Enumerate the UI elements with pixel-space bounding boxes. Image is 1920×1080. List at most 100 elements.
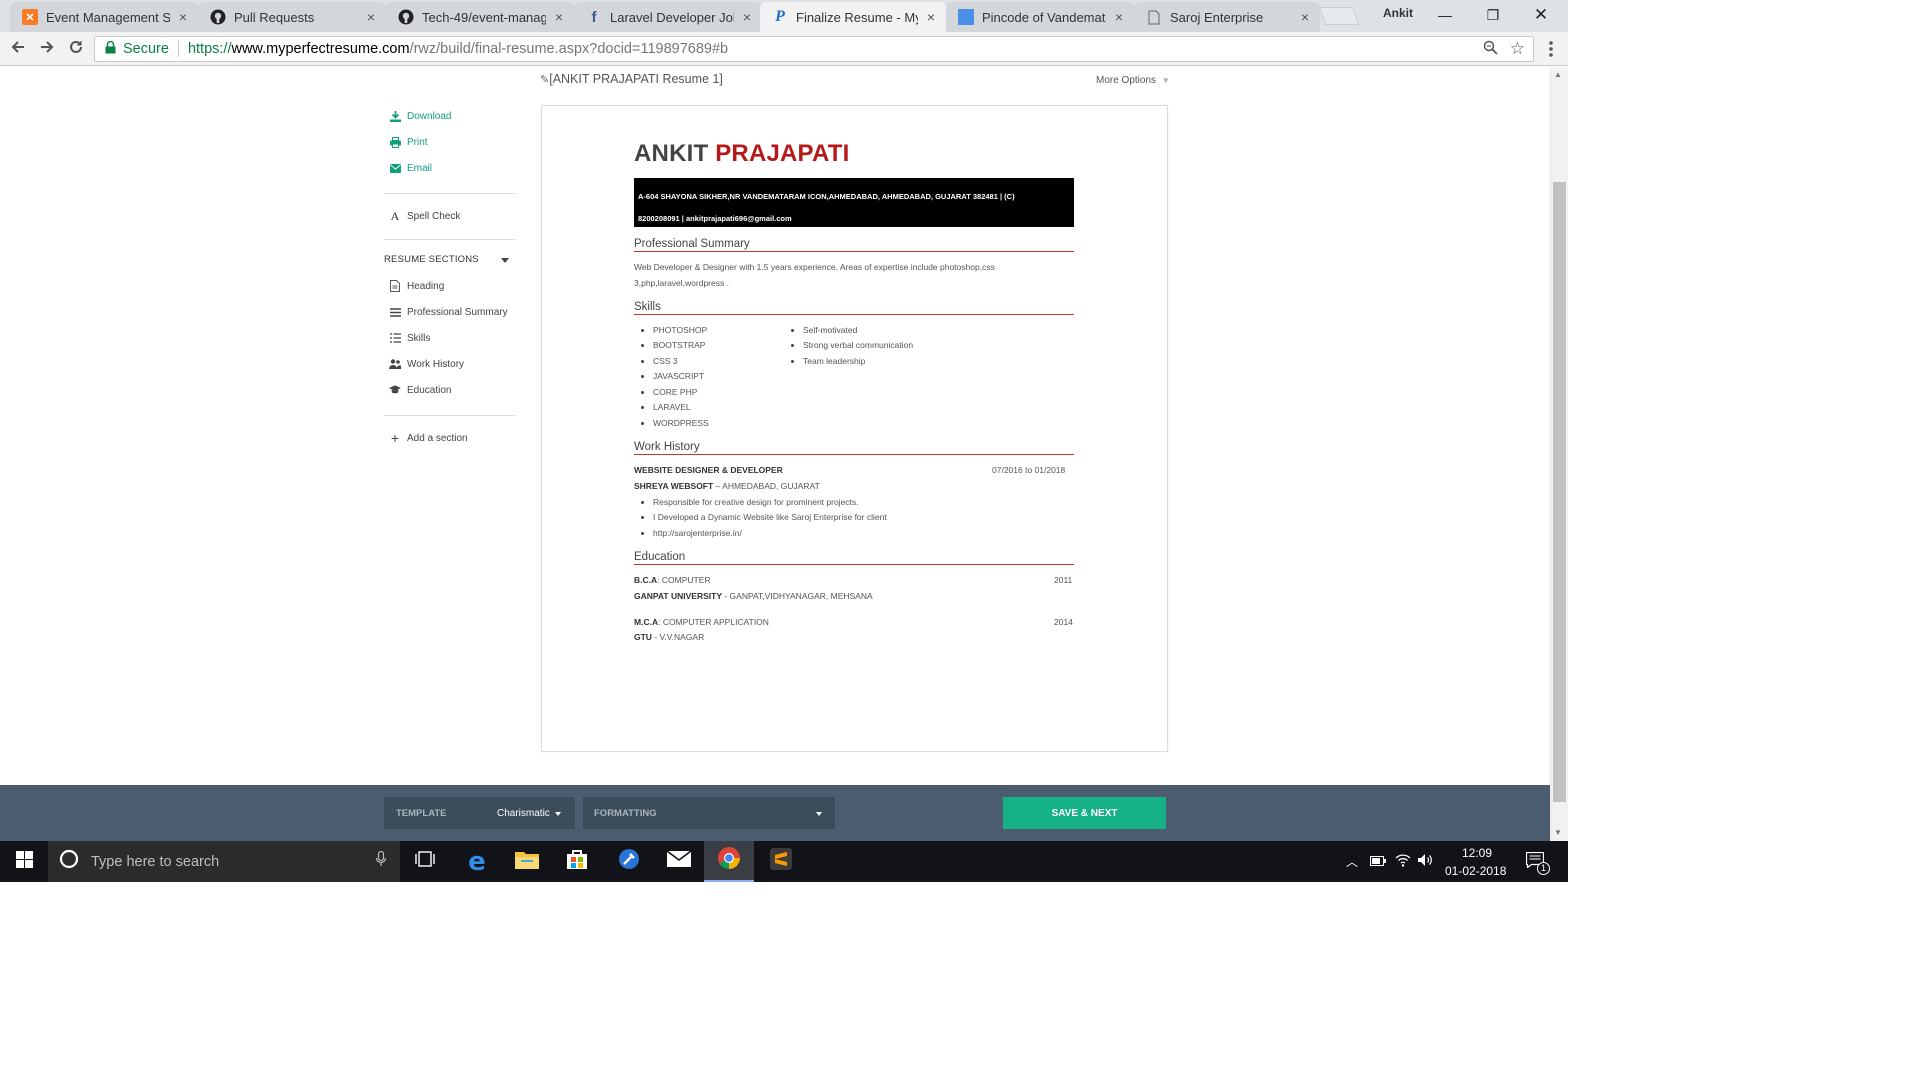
tab-tech49[interactable]: Tech-49/event-manage × (386, 2, 574, 32)
job-dates: 07/2016 to 01/2018 (992, 465, 1066, 475)
taskbar-tool-app[interactable] (604, 841, 654, 882)
print-button[interactable]: Print (389, 136, 428, 148)
wifi-icon[interactable] (1395, 853, 1411, 870)
document-name[interactable]: ✎[ANKIT PRAJAPATI Resume 1] (540, 72, 723, 86)
minimize-button[interactable]: — (1422, 0, 1468, 30)
reload-icon (68, 39, 84, 60)
close-icon[interactable]: × (1112, 10, 1126, 24)
pencil-icon: ✎ (540, 74, 550, 86)
chrome-menu-button[interactable] (1543, 38, 1559, 60)
profile-name[interactable]: Ankit (1383, 6, 1413, 20)
tab-finalize-resume[interactable]: P Finalize Resume - My P × (760, 2, 946, 32)
bookmark-star-icon[interactable]: ☆ (1510, 39, 1525, 59)
search-placeholder: Type here to search (91, 853, 220, 870)
mail-icon (666, 850, 692, 872)
xampp-icon: ✕ (22, 9, 38, 25)
caret-down-icon: ▼ (1161, 76, 1170, 85)
degree-line: M.C.A: COMPUTER APPLICATION (634, 617, 769, 627)
task-view-button[interactable] (400, 841, 450, 882)
skill-item: PHOTOSHOP (640, 325, 708, 335)
tray-expand-icon[interactable]: ︿ (1346, 853, 1358, 870)
section-label: Skills (407, 332, 431, 344)
close-window-button[interactable]: ✕ (1518, 0, 1564, 30)
address-bar[interactable]: Secure https:// www.myperfectresume.com … (94, 36, 1534, 62)
taskbar-edge[interactable]: e (452, 841, 502, 882)
contact-phone-email: 8200208091 | ankitprajapati696@gmail.com (638, 214, 792, 223)
new-tab-button[interactable] (1318, 7, 1360, 25)
zoom-icon[interactable] (1483, 40, 1498, 59)
work-history-heading: Work History (634, 441, 1074, 455)
taskbar-store[interactable] (552, 841, 602, 882)
restore-button[interactable]: ❐ (1470, 0, 1516, 30)
tab-title: Laravel Developer Jobs (610, 9, 734, 25)
scroll-up-arrow-icon[interactable]: ▲ (1554, 70, 1562, 79)
document-icon (389, 280, 401, 292)
reload-button[interactable] (63, 36, 89, 62)
tab-event-management[interactable]: ✕ Event Management Sy × (10, 2, 198, 32)
close-icon[interactable]: × (364, 10, 378, 24)
microphone-icon[interactable] (375, 850, 387, 872)
resume-name: ANKIT PRAJAPATI (634, 140, 849, 168)
taskbar-file-explorer[interactable] (502, 841, 552, 882)
folder-icon (515, 849, 539, 874)
degree: M.C.A (634, 617, 659, 627)
page-icon (1146, 9, 1162, 25)
caret-down-icon[interactable] (555, 812, 561, 816)
spell-check-button[interactable]: A Spell Check (389, 209, 461, 223)
save-next-button[interactable]: SAVE & NEXT (1003, 797, 1166, 829)
close-icon[interactable]: × (1298, 10, 1312, 24)
battery-icon[interactable] (1370, 855, 1386, 869)
volume-icon[interactable] (1418, 853, 1434, 870)
resume-sections-title[interactable]: RESUME SECTIONS (384, 254, 479, 265)
taskbar-chrome[interactable] (704, 841, 754, 882)
arrow-right-icon (39, 39, 55, 60)
plus-icon: + (390, 430, 400, 446)
tab-title: Saroj Enterprise (1170, 9, 1264, 25)
caret-down-icon[interactable] (501, 258, 509, 263)
tab-title: Finalize Resume - My P (796, 9, 918, 25)
section-education[interactable]: Education (389, 384, 451, 396)
task-view-icon (415, 851, 435, 872)
taskbar-sublime[interactable] (756, 841, 806, 882)
section-heading[interactable]: Heading (389, 280, 444, 292)
url-scheme: https:// (187, 41, 232, 57)
action-center-button[interactable]: 1 (1525, 851, 1550, 875)
add-section-button[interactable]: + Add a section (389, 430, 468, 446)
divider (384, 239, 515, 240)
degree-year: 2011 (1054, 575, 1073, 585)
close-icon[interactable]: × (552, 10, 566, 24)
back-button[interactable] (5, 36, 31, 62)
tab-title: Event Management Sy (46, 9, 170, 25)
school: GTU (634, 632, 652, 642)
scroll-down-arrow-icon[interactable]: ▼ (1554, 828, 1562, 837)
close-icon[interactable]: × (740, 10, 754, 24)
section-work-history[interactable]: Work History (389, 358, 464, 370)
divider (384, 415, 515, 416)
section-label: Work History (407, 358, 465, 370)
skill-item: CORE PHP (640, 387, 698, 397)
summary-line: Web Developer & Designer with 1.5 years … (634, 262, 995, 272)
tab-saroj[interactable]: Saroj Enterprise × (1134, 2, 1320, 32)
caret-down-icon[interactable] (816, 812, 822, 816)
taskbar-search[interactable]: Type here to search (48, 841, 400, 882)
tab-laravel-jobs[interactable]: f Laravel Developer Jobs × (574, 2, 762, 32)
more-options-button[interactable]: More Options ▼ (1096, 75, 1170, 86)
close-icon[interactable]: × (924, 10, 938, 24)
tab-pincode[interactable]: Pincode of Vandemata × (946, 2, 1134, 32)
taskbar-mail[interactable] (654, 841, 704, 882)
email-button[interactable]: Email (389, 162, 432, 174)
section-skills[interactable]: Skills (389, 332, 430, 344)
divider (384, 193, 515, 194)
scrollbar-thumb[interactable] (1553, 182, 1566, 802)
cortana-icon (59, 849, 79, 874)
clock-date[interactable]: 01-02-2018 (1445, 864, 1506, 878)
start-button[interactable] (0, 841, 48, 882)
forward-button[interactable] (34, 36, 60, 62)
download-icon (389, 110, 401, 122)
tab-pull-requests[interactable]: Pull Requests × (198, 2, 386, 32)
download-button[interactable]: Download (389, 110, 451, 122)
template-value[interactable]: Charismatic (497, 808, 550, 819)
section-professional-summary[interactable]: Professional Summary (389, 306, 508, 318)
clock-time[interactable]: 12:09 (1462, 846, 1492, 860)
close-icon[interactable]: × (176, 10, 190, 24)
